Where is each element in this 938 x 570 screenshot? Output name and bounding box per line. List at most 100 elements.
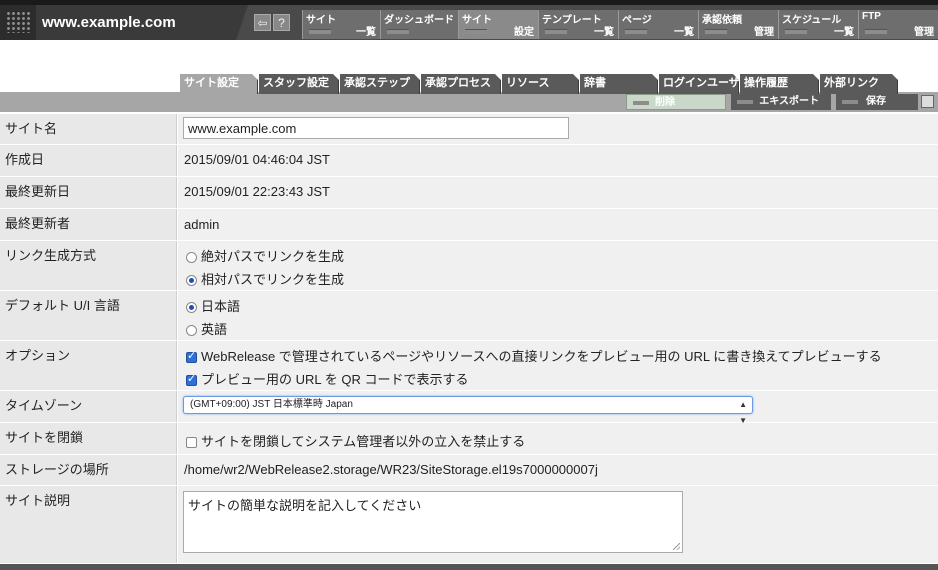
tab-8[interactable]: 外部リンク [820, 74, 898, 94]
nav-button-3[interactable]: テンプレート 一覧 [538, 10, 618, 39]
link-mode-label: リンク生成方式 [0, 241, 177, 290]
site-title-tail [236, 5, 248, 40]
tab-3[interactable]: 承認プロセス [421, 74, 501, 94]
save-button[interactable]: 保存 [836, 94, 918, 110]
row-updated-by: 最終更新者 admin [0, 209, 938, 241]
tab-0[interactable]: サイト設定 [180, 74, 258, 94]
help-icon[interactable]: ? [273, 14, 290, 31]
nav-bar-icon [387, 29, 409, 34]
rewrite-links-text: WebRelease で管理されているページやリソースへの直接リンクをプレビュー… [201, 349, 882, 364]
nav-button-label: 承認依頼 [702, 15, 742, 26]
qr-code-text: プレビュー用の URL を QR コードで表示する [201, 372, 469, 387]
tab-1[interactable]: スタッフ設定 [259, 74, 339, 94]
tab-bar: サイト設定 スタッフ設定 承認ステップ 承認プロセス リソース 辞書 ログインユーザ 操作履歴… [0, 74, 938, 94]
description-label: サイト説明 [0, 486, 177, 563]
timezone-select[interactable]: (GMT+09:00) JST 日本標準時 Japan ▲ ▼ [183, 396, 753, 425]
tab-2[interactable]: 承認ステップ [340, 74, 420, 94]
nav-button-1[interactable]: ダッシュボード [380, 10, 458, 39]
resize-grip-icon[interactable] [673, 543, 680, 550]
nav-button-7[interactable]: FTP 管理 [858, 10, 938, 39]
row-site-name: サイト名 www.example.com [0, 114, 938, 145]
nav-button-label: ダッシュボード [384, 15, 454, 26]
option-rewrite-links[interactable]: WebRelease で管理されているページやリソースへの直接リンクをプレビュー… [186, 346, 882, 365]
link-relative-radio[interactable] [186, 275, 197, 286]
nav-button-sublabel: 管理 [754, 27, 774, 38]
storage-path: /home/wr2/WebRelease2.storage/WR23/SiteS… [184, 462, 598, 477]
close-site-option[interactable]: サイトを閉鎖してシステム管理者以外の立入を禁止する [186, 431, 525, 450]
nav-button-6[interactable]: スケジュール 一覧 [778, 10, 858, 39]
description-text: サイトの簡単な説明を記入してください [188, 498, 422, 513]
nav-button-2[interactable]: サイト 設定 [458, 10, 538, 39]
link-relative-text: 相対パスでリンクを生成 [201, 272, 345, 287]
lang-en-option[interactable]: 英語 [186, 319, 227, 338]
nav-button-label: スケジュール [782, 15, 842, 26]
nav-bar-icon [465, 29, 487, 34]
nav-button-sublabel: 一覧 [356, 27, 376, 38]
nav-button-4[interactable]: ページ一覧 [618, 10, 698, 39]
tab-7[interactable]: 操作履歴 [740, 74, 819, 94]
updated-by-cell: admin [178, 209, 938, 240]
nav-bar-icon [865, 29, 887, 34]
row-storage: ストレージの場所 /home/wr2/WebRelease2.storage/W… [0, 455, 938, 486]
nav-button-label: テンプレート [542, 15, 602, 26]
description-cell: サイトの簡単な説明を記入してください [178, 486, 938, 563]
created-value: 2015/09/01 04:46:04 JST [184, 152, 331, 167]
row-created: 作成日 2015/09/01 04:46:04 JST [0, 145, 938, 177]
storage-cell: /home/wr2/WebRelease2.storage/WR23/SiteS… [178, 455, 938, 485]
lang-en-radio[interactable] [186, 325, 197, 336]
nav-button-5[interactable]: 承認依頼管理 [698, 10, 778, 39]
nav-button-label: ページ [622, 15, 652, 26]
row-timezone: タイムゾーン (GMT+09:00) JST 日本標準時 Japan ▲ ▼ [0, 391, 938, 425]
nav-bar-icon [309, 29, 331, 34]
nav-button-label: サイト [462, 15, 492, 26]
row-options: オプション WebRelease で管理されているページやリソースへの直接リンク… [0, 341, 938, 391]
updated-cell: 2015/09/01 22:23:43 JST [178, 177, 938, 208]
back-icon[interactable]: ⇦ [254, 14, 271, 31]
row-link-mode: リンク生成方式 絶対パスでリンクを生成 相対パスでリンクを生成 [0, 241, 938, 291]
lang-ja-option[interactable]: 日本語 [186, 296, 240, 315]
delete-button[interactable]: 削除 [626, 94, 726, 110]
option-qr-code[interactable]: プレビュー用の URL を QR コードで表示する [186, 369, 468, 388]
nav-button-sublabel: 管理 [914, 27, 934, 38]
nav-button-0[interactable]: サイト一覧 [302, 10, 380, 39]
lang-ja-radio[interactable] [186, 302, 197, 313]
app-logo[interactable] [0, 5, 36, 40]
delete-bar-icon [633, 101, 649, 105]
qr-code-checkbox[interactable] [186, 372, 197, 386]
site-name-cell: www.example.com [178, 114, 938, 144]
lang-en-text: 英語 [201, 322, 228, 337]
logo-dots-icon [6, 11, 30, 33]
site-name-input[interactable]: www.example.com [183, 117, 569, 139]
description-textarea[interactable]: サイトの簡単な説明を記入してください [183, 491, 683, 553]
export-button[interactable]: エキスポート [731, 94, 831, 110]
row-updated: 最終更新日 2015/09/01 22:23:43 JST [0, 177, 938, 209]
delete-label: 削除 [655, 97, 675, 108]
ui-language-cell: 日本語 英語 [178, 291, 938, 340]
link-absolute-option[interactable]: 絶対パスでリンクを生成 [186, 246, 344, 265]
nav-button-sublabel: 一覧 [594, 27, 614, 38]
floppy-icon[interactable] [921, 95, 934, 108]
created-cell: 2015/09/01 04:46:04 JST [178, 145, 938, 176]
row-ui-language: デフォルト U/I 言語 日本語 英語 [0, 291, 938, 341]
storage-label: ストレージの場所 [0, 455, 177, 485]
close-site-checkbox[interactable] [186, 437, 197, 448]
timezone-value: (GMT+09:00) JST 日本標準時 Japan [190, 399, 353, 410]
updated-label: 最終更新日 [0, 177, 177, 208]
close-site-label: サイトを閉鎖 [0, 423, 177, 454]
bottom-bar [0, 564, 938, 570]
link-relative-option[interactable]: 相対パスでリンクを生成 [186, 269, 344, 288]
link-mode-cell: 絶対パスでリンクを生成 相対パスでリンクを生成 [178, 241, 938, 290]
tab-5[interactable]: 辞書 [580, 74, 658, 94]
close-site-text: サイトを閉鎖してシステム管理者以外の立入を禁止する [201, 434, 526, 449]
nav-button-sublabel: 一覧 [674, 27, 694, 38]
export-label: エキスポート [759, 96, 819, 107]
site-title: www.example.com [36, 5, 236, 40]
updated-by-label: 最終更新者 [0, 209, 177, 240]
nav-button-label: サイト [306, 15, 336, 26]
tab-6[interactable]: ログインユーザ [659, 74, 740, 94]
link-absolute-radio[interactable] [186, 252, 197, 263]
save-bar-icon [842, 100, 858, 104]
rewrite-links-checkbox[interactable] [186, 349, 197, 363]
updated-value: 2015/09/01 22:23:43 JST [184, 184, 331, 199]
tab-4[interactable]: リソース [502, 74, 579, 94]
